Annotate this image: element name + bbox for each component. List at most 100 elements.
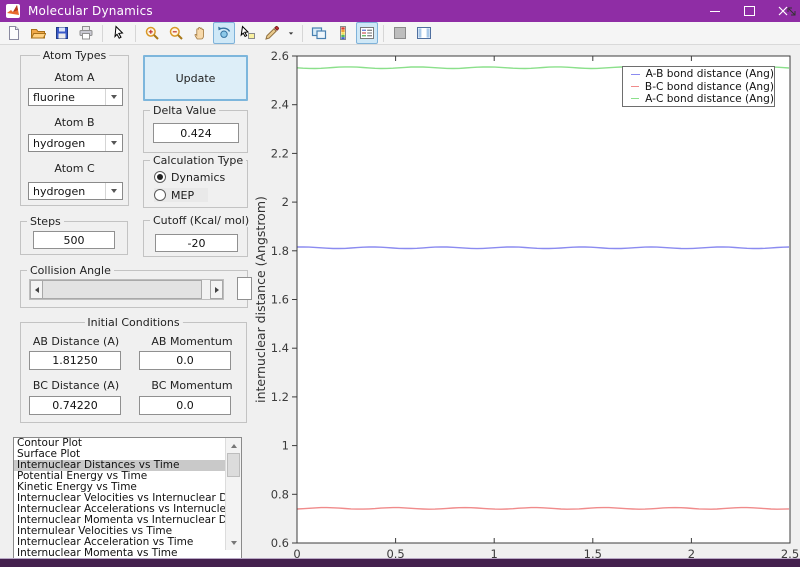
ab-momentum-label: AB Momentum: [151, 335, 233, 348]
toolbar-separator: [102, 24, 103, 42]
maximize-button[interactable]: [732, 0, 766, 22]
arrow-left-icon: [34, 286, 39, 293]
app-window: Molecular Dynamics Atom Types Atom A flu…: [0, 0, 800, 567]
toolbar-overflow-icon[interactable]: [787, 6, 796, 19]
open-folder-icon[interactable]: [27, 22, 49, 44]
calculation-type-title: Calculation Type: [150, 154, 247, 167]
atom-types-title: Atom Types: [39, 49, 110, 62]
ab-distance-label: AB Distance (A): [32, 335, 120, 348]
atom-c-dropdown[interactable]: hydrogen: [28, 182, 123, 200]
ab-momentum-field[interactable]: 0.0: [139, 351, 231, 370]
plot-legend[interactable]: A-B bond distance (Ang) B-C bond distanc…: [622, 66, 775, 107]
delta-value-field[interactable]: 0.424: [153, 123, 239, 143]
toolbar-separator: [383, 24, 384, 42]
svg-text:1.6: 1.6: [271, 293, 289, 307]
bc-distance-label: BC Distance (A): [32, 379, 120, 392]
radio-icon: [154, 171, 166, 183]
svg-text:0.6: 0.6: [271, 536, 289, 550]
delta-value-title: Delta Value: [150, 104, 220, 117]
figure-toolbar: [0, 22, 800, 45]
brush-icon[interactable]: [261, 22, 283, 44]
chevron-down-icon: [105, 135, 122, 151]
update-button[interactable]: Update: [143, 55, 248, 101]
data-cursor-icon[interactable]: [237, 22, 259, 44]
atom-b-value: hydrogen: [33, 136, 86, 150]
insert-legend-icon[interactable]: [356, 22, 378, 44]
show-plot-tools-icon[interactable]: [413, 22, 435, 44]
legend-entry: A-B bond distance (Ang): [623, 68, 774, 80]
slider-right-arrow[interactable]: [210, 280, 223, 299]
atom-b-dropdown[interactable]: hydrogen: [28, 134, 123, 152]
cutoff-title: Cutoff (Kcal/ mol): [150, 214, 253, 227]
print-icon[interactable]: [75, 22, 97, 44]
collision-angle-slider[interactable]: [29, 279, 224, 300]
atom-b-label: Atom B: [54, 116, 95, 129]
pan-hand-icon[interactable]: [189, 22, 211, 44]
atom-a-dropdown[interactable]: fluorine: [28, 88, 123, 106]
pointer-icon[interactable]: [108, 22, 130, 44]
svg-text:0.8: 0.8: [271, 487, 289, 501]
collision-angle-title: Collision Angle: [27, 264, 114, 277]
toolbar-separator: [302, 24, 303, 42]
radio-icon: [154, 189, 166, 201]
atom-c-value: hydrogen: [33, 184, 86, 198]
legend-label: A-B bond distance (Ang): [645, 68, 774, 81]
initial-conditions-panel: Initial Conditions AB Distance (A) AB Mo…: [20, 316, 247, 423]
bc-distance-field[interactable]: 0.74220: [29, 396, 121, 415]
atom-types-panel: Atom Types Atom A fluorine Atom B hydrog…: [20, 49, 129, 206]
svg-text:1.2: 1.2: [271, 390, 289, 404]
legend-line-sample: [631, 86, 639, 87]
svg-text:1.4: 1.4: [271, 341, 289, 355]
dropdown-caret-icon[interactable]: [285, 22, 297, 44]
bc-momentum-label: BC Momentum: [151, 379, 233, 392]
minimize-icon: [710, 10, 720, 12]
chevron-down-icon: [105, 89, 122, 105]
save-icon[interactable]: [51, 22, 73, 44]
atom-a-value: fluorine: [33, 90, 75, 104]
cutoff-field[interactable]: -20: [155, 234, 238, 252]
legend-label: A-C bond distance (Ang): [645, 92, 774, 105]
steps-title: Steps: [27, 215, 64, 228]
atom-c-label: Atom C: [54, 162, 95, 175]
toolbar-separator: [135, 24, 136, 42]
svg-text:2: 2: [282, 195, 289, 209]
dynamics-radio-label: Dynamics: [171, 170, 226, 184]
legend-line-sample: [631, 73, 640, 75]
scroll-up-icon[interactable]: [226, 440, 241, 451]
svg-text:2.2: 2.2: [271, 146, 289, 160]
zoom-in-icon[interactable]: [141, 22, 163, 44]
svg-text:1: 1: [282, 439, 289, 453]
minimize-button[interactable]: [698, 0, 732, 22]
listbox-scrollbar[interactable]: [225, 438, 241, 550]
zoom-out-icon[interactable]: [165, 22, 187, 44]
title-bar[interactable]: Molecular Dynamics: [0, 0, 800, 22]
atom-a-label: Atom A: [54, 71, 95, 84]
slider-thumb[interactable]: [42, 280, 202, 299]
scroll-down-icon[interactable]: [226, 537, 241, 548]
hide-plot-tools-icon[interactable]: [389, 22, 411, 44]
bc-momentum-field[interactable]: 0.0: [139, 396, 231, 415]
bottom-taskbar-strip: [0, 558, 800, 567]
insert-colorbar-icon[interactable]: [332, 22, 354, 44]
plot-type-listbox[interactable]: Contour Plot Surface Plot Internuclear Dis…: [13, 437, 242, 559]
rotate-3d-icon[interactable]: [213, 22, 235, 44]
mep-radio[interactable]: MEP: [154, 188, 209, 202]
svg-text:2.4: 2.4: [271, 98, 289, 112]
mep-radio-label: MEP: [171, 188, 195, 202]
ab-distance-field[interactable]: 1.81250: [29, 351, 121, 370]
window-title: Molecular Dynamics: [28, 4, 153, 18]
svg-text:2.6: 2.6: [271, 49, 289, 63]
collision-angle-panel: Collision Angle: [20, 264, 248, 308]
legend-label: B-C bond distance (Ang): [644, 80, 774, 93]
scrollbar-thumb[interactable]: [227, 453, 240, 477]
steps-field[interactable]: 500: [33, 231, 115, 249]
new-file-icon[interactable]: [3, 22, 25, 44]
steps-panel: Steps 500: [20, 215, 128, 255]
svg-text:1.8: 1.8: [271, 244, 289, 258]
link-plots-icon[interactable]: [308, 22, 330, 44]
matlab-app-icon: [6, 4, 20, 18]
initial-conditions-title: Initial Conditions: [84, 316, 183, 329]
cutoff-panel: Cutoff (Kcal/ mol) -20: [143, 214, 253, 257]
delta-value-panel: Delta Value 0.424: [143, 104, 248, 153]
dynamics-radio[interactable]: Dynamics: [154, 170, 225, 184]
